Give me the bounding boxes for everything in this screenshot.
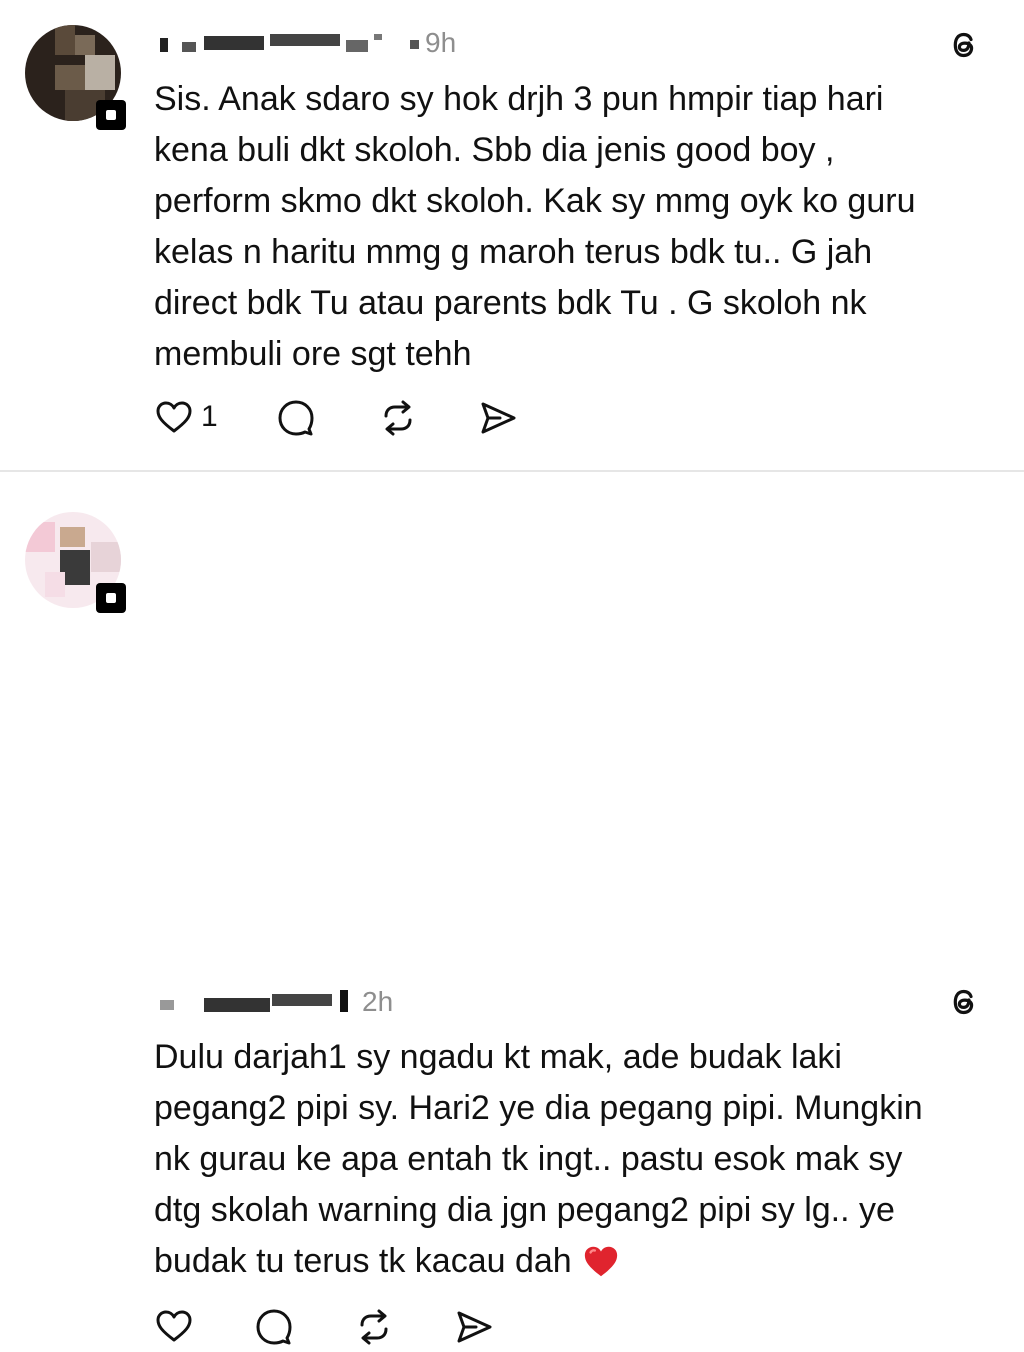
repost-icon[interactable] <box>378 398 418 438</box>
comment-icon[interactable] <box>276 398 316 438</box>
post-text-line: pegang2 pipi sy. Hari2 ye dia pegang pip… <box>154 1089 923 1127</box>
post-text-line: kena buli dkt skoloh. Sbb dia jenis good… <box>154 131 835 169</box>
red-heart-emoji-icon <box>584 1246 617 1277</box>
post-text-line: Sis. Anak sdaro sy hok drjh 3 pun hmpir … <box>154 80 884 118</box>
reply-post-2: 2h Dulu darjah1 sy ngadu kt mak, ade bud… <box>0 472 1024 1345</box>
post-text-line: membuli ore sgt tehh <box>154 335 472 373</box>
like-count: 1 <box>201 400 218 433</box>
post-text-line: budak tu terus tk kacau dah <box>154 1242 572 1280</box>
post-text-line: kelas n haritu mmg g maroh terus bdk tu.… <box>154 233 873 271</box>
post-text-line: perform skmo dkt skoloh. Kak sy mmg oyk … <box>154 182 916 220</box>
follow-badge-icon[interactable] <box>96 100 126 130</box>
post-text-line: dtg skolah warning dia jgn pegang2 pipi … <box>154 1191 895 1229</box>
threads-logo-icon[interactable] <box>946 984 982 1020</box>
threads-logo-icon[interactable] <box>946 27 982 63</box>
username-redacted[interactable] <box>160 30 390 52</box>
reply-post-1: 9h Sis. Anak sdaro sy hok drjh 3 pun hmp… <box>0 0 1024 470</box>
username-redacted[interactable] <box>160 990 360 1012</box>
follow-badge-icon[interactable] <box>96 583 126 613</box>
heart-icon[interactable] <box>154 1307 194 1347</box>
post-text-line: nk gurau ke apa entah tk ingt.. pastu es… <box>154 1140 903 1178</box>
post-text: Sis. Anak sdaro sy hok drjh 3 pun hmpir … <box>154 74 1004 380</box>
repost-icon[interactable] <box>354 1307 394 1347</box>
post-text: Dulu darjah1 sy ngadu kt mak, ade budak … <box>154 1032 1004 1287</box>
heart-icon[interactable] <box>154 398 194 438</box>
comment-icon[interactable] <box>254 1307 294 1347</box>
post-text-line: Dulu darjah1 sy ngadu kt mak, ade budak … <box>154 1038 842 1076</box>
share-icon[interactable] <box>478 398 518 438</box>
post-timestamp: 9h <box>410 29 456 57</box>
post-text-line-with-emoji: budak tu terus tk kacau dah <box>154 1236 1004 1287</box>
share-icon[interactable] <box>454 1307 494 1347</box>
post-text-line: direct bdk Tu atau parents bdk Tu . G sk… <box>154 284 867 322</box>
post-timestamp: 2h <box>362 986 394 1017</box>
